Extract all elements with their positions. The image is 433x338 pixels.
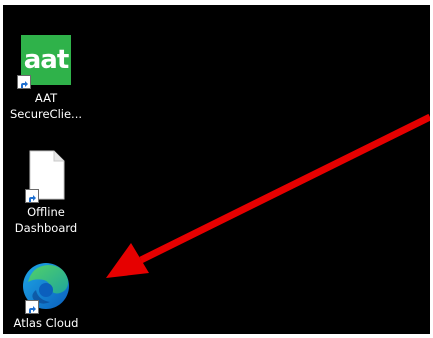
red-arrow-icon	[106, 113, 430, 278]
desktop: aat AAT SecureClie... Offline Dashboard …	[3, 5, 430, 334]
screenshot-frame: aat AAT SecureClie... Offline Dashboard …	[0, 0, 433, 338]
